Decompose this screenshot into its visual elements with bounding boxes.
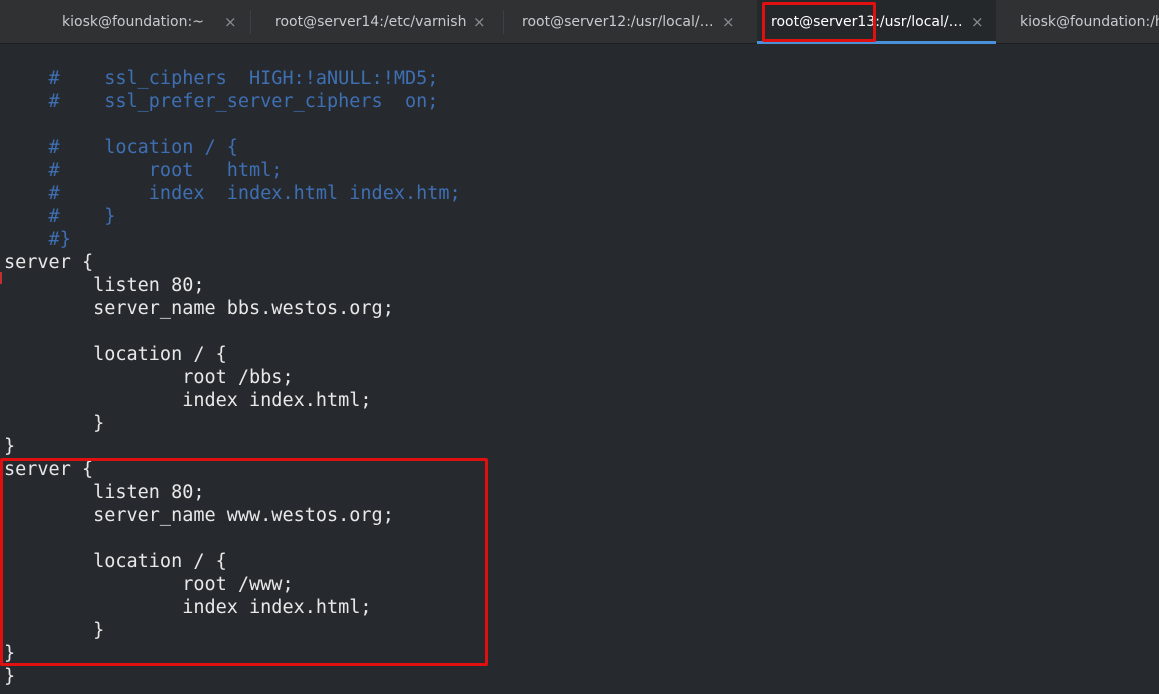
terminal-window: kiosk@foundation:~ × root@server14:/etc/…	[0, 0, 1159, 694]
tab-kiosk-home[interactable]: kiosk@foundation:~ ×	[0, 0, 250, 44]
tab-kiosk-h[interactable]: kiosk@foundation:/h	[997, 0, 1159, 44]
terminal-line: # index index.html index.htm;	[4, 183, 461, 204]
highlight-box-server-block	[0, 458, 488, 666]
tab-label: root@server14:/etc/varnish	[275, 14, 467, 30]
terminal-line: # ssl_prefer_server_ciphers on;	[4, 91, 439, 112]
terminal-line: index index.html;	[4, 390, 372, 411]
highlight-box-tab	[762, 2, 876, 42]
terminal-line: # location / {	[4, 137, 238, 158]
terminal-line: # }	[4, 206, 116, 227]
close-icon[interactable]: ×	[224, 0, 237, 44]
close-icon[interactable]: ×	[722, 0, 735, 44]
terminal-line: listen 80;	[4, 275, 205, 296]
terminal-output[interactable]: # ssl_ciphers HIGH:!aNULL:!MD5; # ssl_pr…	[0, 44, 1159, 694]
tab-server14-varnish[interactable]: root@server14:/etc/varnish ×	[251, 0, 503, 44]
terminal-line: #}	[4, 229, 71, 250]
tab-bar: kiosk@foundation:~ × root@server14:/etc/…	[0, 0, 1159, 44]
tab-label: root@server12:/usr/local/…	[522, 14, 714, 30]
terminal-line: server {	[4, 252, 94, 273]
terminal-line: location / {	[4, 344, 227, 365]
close-icon[interactable]: ×	[473, 0, 486, 44]
tab-label: kiosk@foundation:~	[62, 14, 204, 30]
terminal-line: }	[4, 666, 16, 687]
close-icon[interactable]: ×	[971, 0, 984, 44]
terminal-line: server_name bbs.westos.org;	[4, 298, 394, 319]
left-edge-marker	[0, 272, 2, 284]
tab-label: kiosk@foundation:/h	[1020, 14, 1159, 30]
terminal-line: }	[4, 436, 16, 457]
terminal-line: # ssl_ciphers HIGH:!aNULL:!MD5;	[4, 68, 439, 89]
terminal-line: root /bbs;	[4, 367, 294, 388]
terminal-line: # root html;	[4, 160, 283, 181]
terminal-line: }	[4, 413, 105, 434]
tab-server12-usr-local[interactable]: root@server12:/usr/local/… ×	[504, 0, 756, 44]
